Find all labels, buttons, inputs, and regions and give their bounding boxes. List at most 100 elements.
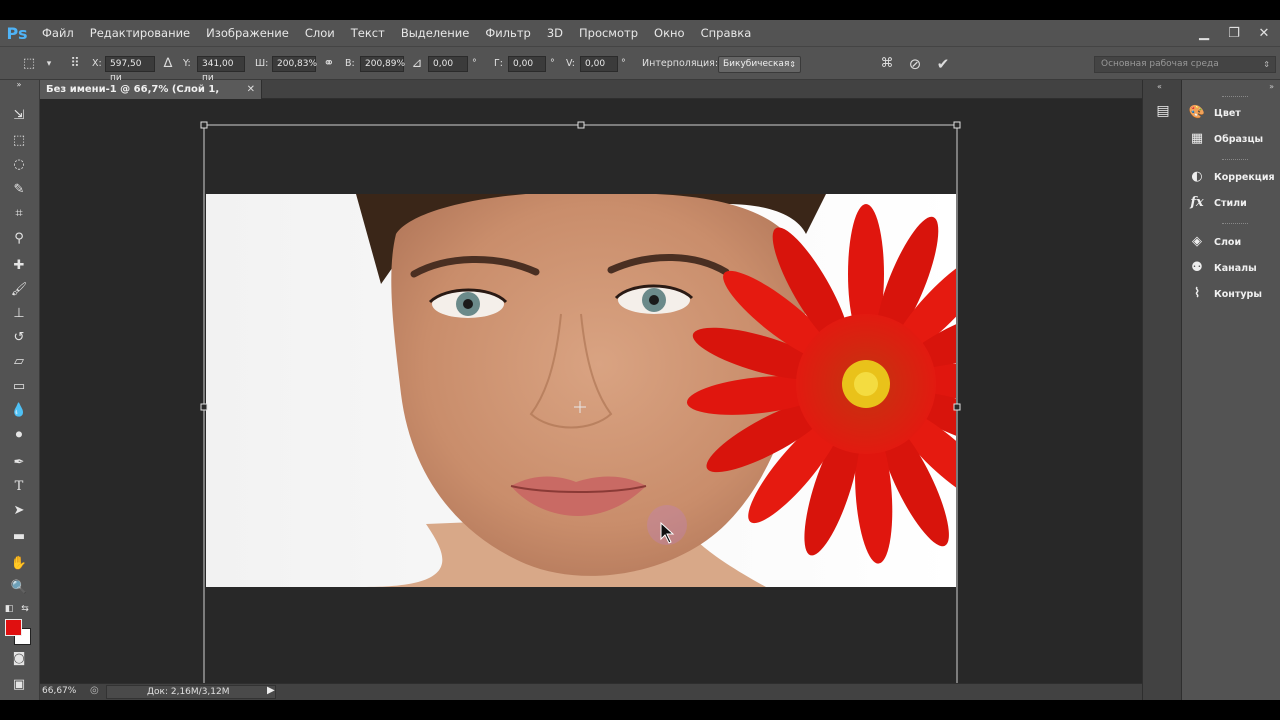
height-field[interactable]: 200,89% xyxy=(360,56,405,72)
workspace-select[interactable]: Основная рабочая среда ⇕ xyxy=(1094,56,1276,73)
panel-dock: » 🎨 Цвет ▦ Образцы ◐ Коррекция fx Стили … xyxy=(1182,80,1280,700)
history-panel-icon[interactable]: ▤ xyxy=(1153,103,1173,123)
quick-select-tool-icon[interactable]: ✎ xyxy=(8,180,30,200)
hskew-field[interactable]: 0,00 xyxy=(508,56,546,72)
eraser-tool-icon[interactable]: ▱ xyxy=(8,352,30,372)
layers-icon: ◈ xyxy=(1192,234,1202,249)
zoom-level[interactable]: 66,67% xyxy=(42,686,76,696)
panel-color-label: Цвет xyxy=(1214,107,1241,119)
rotate-angle-icon: ⊿ xyxy=(411,56,423,71)
panel-swatches[interactable]: ▦ Образцы xyxy=(1188,128,1263,150)
foreground-color-swatch[interactable] xyxy=(5,619,22,636)
cancel-transform-icon[interactable]: ⊘ xyxy=(906,55,924,73)
collapse-dock-arrows-icon[interactable]: » xyxy=(1269,82,1274,91)
pen-tool-icon[interactable]: ✒ xyxy=(8,453,30,473)
collapse-arrows-icon[interactable]: » xyxy=(8,80,30,90)
width-field[interactable]: 200,83% xyxy=(272,56,317,72)
panel-styles[interactable]: fx Стили xyxy=(1188,192,1247,214)
y-label: Y: xyxy=(183,58,191,69)
lasso-tool-icon[interactable]: ◌ xyxy=(8,155,30,175)
menu-bar: Ps Файл Редактирование Изображение Слои … xyxy=(0,20,1280,46)
collapsed-dock-strip: « ▤ xyxy=(1142,80,1182,700)
quick-mask-icon[interactable]: ◙ xyxy=(8,649,30,669)
default-colors-icon[interactable]: ◧ xyxy=(2,599,16,619)
tools-panel: » ⇲ ⬚ ◌ ✎ ⌗ ⚲ ✚ 🖌 ⊥ ↺ ▱ ▭ 💧 ⚫ ✒ T ➤ ▬ ✋ … xyxy=(0,80,40,700)
dodge-tool-icon[interactable]: ⚫ xyxy=(8,426,30,446)
hand-tool-icon[interactable]: ✋ xyxy=(8,554,30,574)
hskew-unit: ° xyxy=(550,58,555,69)
menu-type[interactable]: Текст xyxy=(343,20,393,46)
menu-3d[interactable]: 3D xyxy=(539,20,571,46)
healing-brush-tool-icon[interactable]: ✚ xyxy=(8,256,30,276)
transform-bounding-box[interactable] xyxy=(40,99,1142,683)
options-bar: ⬚ ▾ ⠿ X: 597,50 пи ∆ Y: 341,00 пи Ш: 200… xyxy=(0,46,1280,83)
top-letterbox xyxy=(0,0,1280,20)
photoshop-logo: Ps xyxy=(6,23,28,43)
menu-window[interactable]: Окно xyxy=(646,20,693,46)
gradient-tool-icon[interactable]: ▭ xyxy=(8,377,30,397)
rectangle-tool-icon[interactable]: ▬ xyxy=(8,527,30,547)
type-tool-icon[interactable]: T xyxy=(8,477,30,497)
swap-colors-icon[interactable]: ⇆ xyxy=(18,599,32,619)
blur-tool-icon[interactable]: 💧 xyxy=(8,401,30,421)
x-label: X: xyxy=(92,58,102,69)
swatches-grid-icon: ▦ xyxy=(1190,131,1204,146)
delta-relative-icon[interactable]: ∆ xyxy=(159,55,177,73)
select-arrows-icon: ⇕ xyxy=(789,60,796,69)
document-tab[interactable]: Без имени-1 @ 66,7% (Слой 1, RGB/8) * ✕ xyxy=(40,80,262,114)
link-proportions-icon[interactable]: ⚭ xyxy=(320,55,338,73)
preset-chevron-down-icon[interactable]: ▾ xyxy=(40,55,58,73)
status-info-field: Док: 2,16M/3,12M xyxy=(106,685,276,699)
commit-transform-icon[interactable]: ✔ xyxy=(934,55,952,73)
menu-help[interactable]: Справка xyxy=(693,20,760,46)
move-tool-icon[interactable]: ⇲ xyxy=(8,106,30,126)
bottom-letterbox xyxy=(0,700,1280,720)
reference-point-icon[interactable]: ⠿ xyxy=(66,55,84,73)
window-controls: ▁ ❐ ✕ xyxy=(1196,20,1272,46)
status-info-icon[interactable]: ◎ xyxy=(90,685,99,696)
panel-styles-label: Стили xyxy=(1214,197,1247,209)
brush-tool-icon[interactable]: 🖌 xyxy=(8,280,30,300)
color-palette-icon: 🎨 xyxy=(1188,105,1206,120)
interpolation-select[interactable]: Бикубическая ⇕ xyxy=(718,56,801,73)
screen-mode-icon[interactable]: ▣ xyxy=(8,675,30,695)
close-icon[interactable]: ✕ xyxy=(1256,25,1272,41)
canvas-area[interactable] xyxy=(40,99,1142,683)
panel-adjustments-label: Коррекция xyxy=(1214,171,1275,183)
y-field[interactable]: 341,00 пи xyxy=(197,56,245,83)
transform-tool-icon[interactable]: ⬚ xyxy=(20,55,38,73)
expand-arrows-icon[interactable]: « xyxy=(1157,82,1162,91)
marquee-tool-icon[interactable]: ⬚ xyxy=(8,131,30,151)
clone-stamp-tool-icon[interactable]: ⊥ xyxy=(8,304,30,324)
crop-tool-icon[interactable]: ⌗ xyxy=(8,204,30,224)
vskew-field[interactable]: 0,00 xyxy=(580,56,618,72)
minimize-icon[interactable]: ▁ xyxy=(1196,25,1212,41)
fx-styles-icon: fx xyxy=(1190,195,1204,210)
close-icon[interactable]: ✕ xyxy=(247,80,255,99)
menu-image[interactable]: Изображение xyxy=(198,20,297,46)
menu-select[interactable]: Выделение xyxy=(393,20,478,46)
menu-view[interactable]: Просмотр xyxy=(571,20,646,46)
menu-layers[interactable]: Слои xyxy=(297,20,343,46)
panel-paths[interactable]: ⌇ Контуры xyxy=(1188,283,1262,305)
warp-mode-icon[interactable]: ⌘ xyxy=(878,55,896,73)
zoom-tool-icon[interactable]: 🔍 xyxy=(8,578,30,598)
history-brush-tool-icon[interactable]: ↺ xyxy=(8,328,30,348)
menu-file[interactable]: Файл xyxy=(34,20,82,46)
menu-filter[interactable]: Фильтр xyxy=(477,20,539,46)
interpolation-label: Интерполяция: xyxy=(642,58,719,69)
paths-icon: ⌇ xyxy=(1193,286,1201,301)
panel-color[interactable]: 🎨 Цвет xyxy=(1188,102,1241,124)
path-select-tool-icon[interactable]: ➤ xyxy=(8,501,30,521)
x-field[interactable]: 597,50 пи xyxy=(105,56,155,83)
restore-icon[interactable]: ❐ xyxy=(1226,25,1242,41)
menu-edit[interactable]: Редактирование xyxy=(82,20,198,46)
panel-channels[interactable]: ⚉ Каналы xyxy=(1188,257,1257,279)
channels-icon: ⚉ xyxy=(1191,260,1203,275)
status-menu-arrow-icon[interactable]: ▶ xyxy=(267,685,275,696)
panel-adjustments[interactable]: ◐ Коррекция xyxy=(1188,166,1275,188)
angle-field[interactable]: 0,00 xyxy=(428,56,468,72)
vskew-label: V: xyxy=(566,58,575,69)
panel-layers[interactable]: ◈ Слои xyxy=(1188,231,1241,253)
eyedropper-tool-icon[interactable]: ⚲ xyxy=(8,229,30,249)
